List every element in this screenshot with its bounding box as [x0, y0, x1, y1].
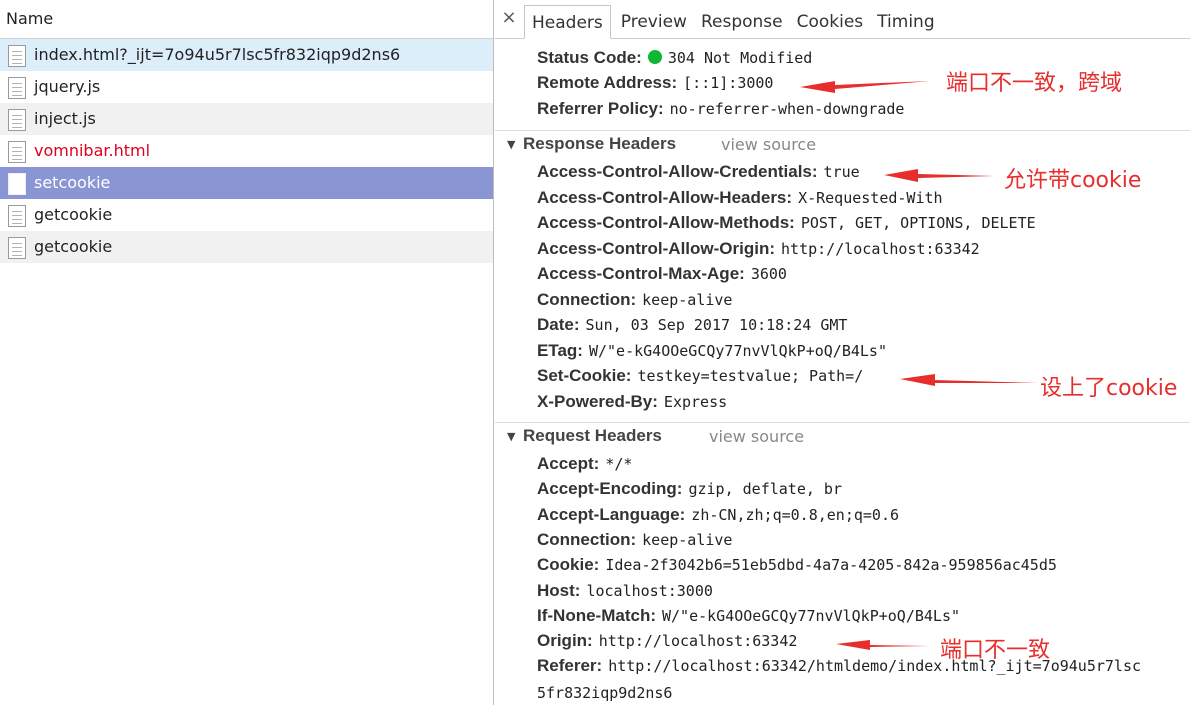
annotation-port-mismatch: 端口不一致: [940, 638, 1051, 663]
annotation-allow-cookie: 允许带cookie: [1004, 168, 1142, 193]
arrow-remote-address: [800, 81, 930, 93]
arrow-allow-credentials: [884, 169, 995, 182]
arrow-set-cookie: [900, 374, 1038, 386]
annotation-cookie-set: 设上了cookie: [1040, 376, 1178, 401]
arrow-origin: [836, 640, 930, 650]
annotation-cross-origin: 端口不一致，跨域: [946, 71, 1123, 96]
annotation-arrows: [800, 81, 1038, 650]
